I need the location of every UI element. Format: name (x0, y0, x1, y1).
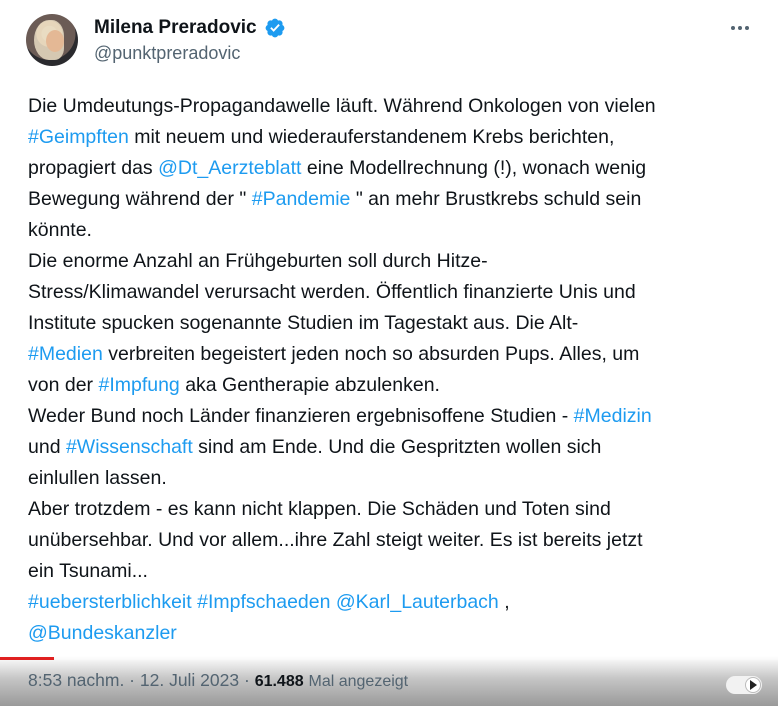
hashtag-link[interactable]: #Pandemie (252, 188, 351, 210)
tweet-text: Die Umdeutungs-Propagandawelle läuft. Wä… (28, 91, 764, 649)
tweet-text-segment: Bewegung während der " (28, 188, 252, 210)
mention-link[interactable]: @Bundeskanzler (28, 622, 177, 644)
tweet-text-segment: Institute spucken sogenannte Studien im … (28, 312, 579, 334)
verified-badge-icon[interactable] (264, 17, 286, 39)
tweet-text-line: Institute spucken sogenannte Studien im … (28, 308, 764, 339)
autoplay-toggle-icon[interactable] (726, 676, 762, 694)
tweet-text-line: Weder Bund noch Länder finanzieren ergeb… (28, 401, 764, 432)
author-display-name[interactable]: Milena Preradovic (94, 16, 257, 40)
hashtag-link[interactable]: #Medizin (574, 405, 652, 427)
tweet-text-segment: einlullen lassen. (28, 467, 167, 489)
tweet-text-line: einlullen lassen. (28, 463, 764, 494)
tweet-text-line: Bewegung während der " #Pandemie " an me… (28, 184, 764, 215)
more-horizontal-icon[interactable] (726, 18, 754, 38)
tweet-text-line: könnte. (28, 215, 764, 246)
tweet-text-segment: ein Tsunami... (28, 560, 148, 582)
tweet-text-line: #Geimpften mit neuem und wiederauferstan… (28, 122, 764, 153)
tweet-text-line: ein Tsunami... (28, 556, 764, 587)
hashtag-link[interactable]: #Medien (28, 343, 103, 365)
view-count: 61.488 (254, 673, 304, 690)
tweet-text-line: Die enorme Anzahl an Frühgeburten soll d… (28, 246, 764, 277)
tweet-text-line: Die Umdeutungs-Propagandawelle läuft. Wä… (28, 91, 764, 122)
tweet-text-segment: mit neuem und wiederauferstandenem Krebs… (128, 126, 615, 148)
hashtag-link[interactable]: #Geimpften (28, 126, 129, 148)
meta-separator: · (124, 670, 140, 690)
hashtag-link[interactable]: #Wissenschaft (66, 436, 193, 458)
avatar-face (46, 30, 64, 52)
tweet-text-segment: Die enorme Anzahl an Frühgeburten soll d… (28, 250, 488, 272)
more-dot (745, 26, 749, 30)
author-names: Milena Preradovic @punktpreradovic (94, 16, 286, 66)
tweet-header: Milena Preradovic @punktpreradovic (26, 14, 758, 70)
tweet-text-segment: " an mehr Brustkrebs schuld sein (350, 188, 642, 210)
tweet-text-segment: von der (28, 374, 99, 396)
tweet-text-segment: unübersehbar. Und vor allem...ihre Zahl … (28, 529, 643, 551)
more-dot (738, 26, 742, 30)
tweet-text-line: unübersehbar. Und vor allem...ihre Zahl … (28, 525, 764, 556)
tweet-text-segment: Stress/Klimawandel verursacht werden. Öf… (28, 281, 636, 303)
tweet-date[interactable]: 12. Juli 2023 (140, 670, 239, 690)
tweet-meta: 8:53 nachm. · 12. Juli 2023 · 61.488 Mal… (28, 667, 408, 695)
hashtag-link[interactable]: #uebersterblichkeit (28, 591, 192, 613)
tweet-text-segment: verbreiten begeistert jeden noch so absu… (102, 343, 640, 365)
tweet-card: Milena Preradovic @punktpreradovic Die U… (0, 0, 778, 706)
tweet-text-line: #Medien verbreiten begeistert jeden noch… (28, 339, 764, 370)
tweet-text-segment: propagiert das (28, 157, 159, 179)
mention-link[interactable]: @Karl_Lauterbach (336, 591, 499, 613)
tweet-text-segment: , (498, 591, 510, 613)
tweet-text-segment: eine Modellrechnung (!), wonach wenig (301, 157, 647, 179)
play-icon (750, 680, 757, 690)
avatar[interactable] (26, 14, 78, 66)
hashtag-link[interactable]: #Impfung (98, 374, 179, 396)
tweet-text-segment: Die Umdeutungs-Propagandawelle läuft. Wä… (28, 95, 656, 117)
more-dot (731, 26, 735, 30)
tweet-text-segment: aka Gentherapie abzulenken. (179, 374, 440, 396)
tweet-text-line: propagiert das @Dt_Aerzteblatt eine Mode… (28, 153, 764, 184)
tweet-text-line: #uebersterblichkeit #Impfschaeden @Karl_… (28, 587, 764, 618)
hashtag-link[interactable]: #Impfschaeden (197, 591, 330, 613)
mention-link[interactable]: @Dt_Aerzteblatt (158, 157, 301, 179)
video-progress-track[interactable] (55, 657, 778, 660)
tweet-text-line: Stress/Klimawandel verursacht werden. Öf… (28, 277, 764, 308)
meta-separator: · (239, 670, 255, 690)
tweet-text-line: von der #Impfung aka Gentherapie abzulen… (28, 370, 764, 401)
tweet-text-segment: Weder Bund noch Länder finanzieren ergeb… (28, 405, 574, 427)
video-progress-fill[interactable] (0, 657, 55, 660)
tweet-text-segment: könnte. (28, 219, 92, 241)
view-count-label: Mal angezeigt (308, 673, 409, 690)
tweet-text-line: und #Wissenschaft sind am Ende. Und die … (28, 432, 764, 463)
tweet-text-line: Aber trotzdem - es kann nicht klappen. D… (28, 494, 764, 525)
tweet-text-segment: sind am Ende. Und die Gespritzten wollen… (192, 436, 602, 458)
tweet-time[interactable]: 8:53 nachm. (28, 670, 124, 690)
author-handle[interactable]: @punktpreradovic (94, 40, 286, 66)
tweet-text-segment: und (28, 436, 66, 458)
tweet-text-segment: Aber trotzdem - es kann nicht klappen. D… (28, 498, 611, 520)
tweet-text-line: @Bundeskanzler (28, 618, 764, 649)
